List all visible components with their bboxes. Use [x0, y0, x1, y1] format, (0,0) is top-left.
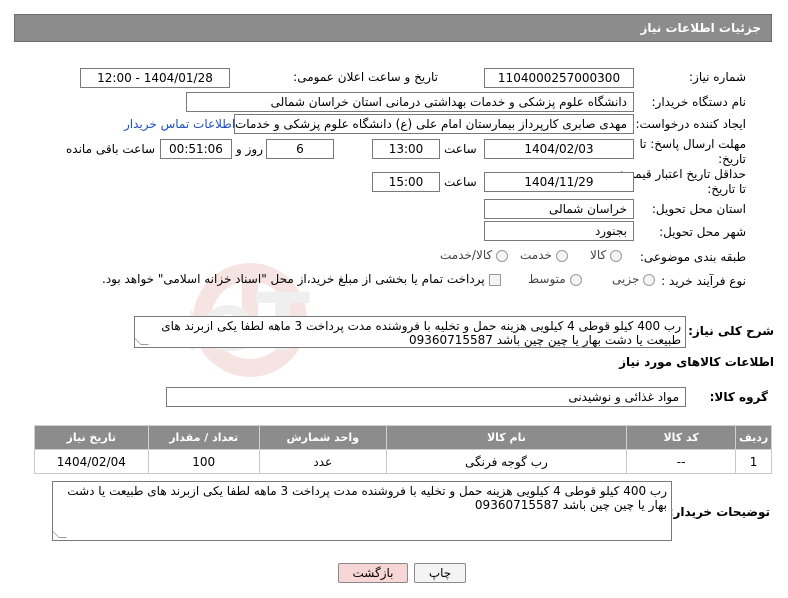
checkbox-icon[interactable] [488, 273, 501, 286]
need-number-label: شماره نیاز: [689, 70, 746, 84]
description-label: شرح کلی نیاز: [688, 324, 774, 338]
days-label: روز و [236, 142, 263, 156]
header-bar: جزئیات اطلاعات نیاز [14, 14, 772, 42]
cell-item-name: رب گوجه فرنگی [385, 449, 628, 474]
process-label: نوع فرآیند خرید : [661, 274, 746, 288]
requester-label: ایجاد کننده درخواست: [635, 117, 746, 131]
description-textarea[interactable]: رب 400 کیلو قوطی 4 کیلویی هزینه حمل و تخ… [134, 316, 686, 348]
header-need-date: تاریخ نیاز [34, 425, 149, 450]
resize-handle-icon[interactable] [135, 337, 149, 345]
treasury-payment-option[interactable]: پرداخت تمام یا بخشی از مبلغ خرید،از محل … [102, 272, 501, 286]
category-label: طبقه بندی موضوعی: [639, 250, 746, 264]
days-field[interactable]: 6 [266, 139, 334, 159]
province-label: استان محل تحویل: [651, 202, 746, 216]
process-option-minor[interactable]: جزیی [612, 272, 656, 286]
header-item-name: نام کالا [385, 425, 628, 450]
items-table: ردیف کد کالا نام کالا واحد شمارش تعداد /… [34, 425, 772, 474]
reply-time-field[interactable]: 13:00 [372, 139, 440, 159]
header-row-number: ردیف [735, 425, 772, 450]
city-label: شهر محل تحویل: [659, 225, 746, 239]
table-row: 1 -- رب گوجه فرنگی عدد 100 1404/02/04 [34, 449, 772, 474]
price-date-field[interactable]: 1404/11/29 [484, 172, 634, 192]
buyer-contact-link[interactable]: اطلاعات تماس خریدار [124, 117, 235, 131]
cell-quantity: 100 [147, 449, 260, 474]
buyer-notes-textarea[interactable]: رب 400 کیلو قوطی 4 کیلویی هزینه حمل و تخ… [52, 481, 672, 541]
header-quantity: تعداد / مقدار [147, 425, 260, 450]
table-header-row: ردیف کد کالا نام کالا واحد شمارش تعداد /… [34, 425, 772, 450]
reply-deadline-label: مهلت ارسال پاسخ: تا تاریخ: [639, 137, 746, 166]
buyer-org-field[interactable]: دانشگاه علوم پزشکی و خدمات بهداشتی درمان… [186, 92, 634, 112]
cell-unit: عدد [258, 449, 387, 474]
radio-icon[interactable] [610, 249, 623, 262]
radio-icon[interactable] [643, 273, 656, 286]
radio-icon[interactable] [569, 273, 582, 286]
process-option-medium[interactable]: متوسط [528, 272, 582, 286]
buyer-notes-text: رب 400 کیلو قوطی 4 کیلویی هزینه حمل و تخ… [67, 484, 667, 512]
category-option-service[interactable]: خدمت [520, 248, 568, 262]
header-unit: واحد شمارش [258, 425, 387, 450]
description-text: رب 400 کیلو قوطی 4 کیلویی هزینه حمل و تخ… [161, 319, 681, 347]
header-item-code: کد کالا [626, 425, 737, 450]
radio-icon[interactable] [555, 249, 568, 262]
radio-icon[interactable] [496, 249, 509, 262]
reply-time-label: ساعت [444, 142, 477, 156]
announce-field[interactable]: 1404/01/28 - 12:00 [80, 68, 230, 88]
need-number-field[interactable]: 1104000257000300 [484, 68, 634, 88]
category-option-goods[interactable]: کالا [590, 248, 623, 262]
province-field[interactable]: خراسان شمالی [484, 199, 634, 219]
back-button[interactable]: بازگشت [338, 563, 408, 583]
requester-field[interactable]: مهدی صابری کارپرداز بیمارستان امام علی (… [234, 114, 634, 134]
buyer-org-label: نام دستگاه خریدار: [651, 95, 747, 109]
resize-handle-icon[interactable] [53, 530, 67, 538]
goods-group-field[interactable]: مواد غذائی و نوشیدنی [166, 387, 686, 407]
cell-item-code: -- [626, 449, 737, 474]
goods-group-label: گروه کالا: [709, 390, 768, 404]
reply-date-field[interactable]: 1404/02/03 [484, 139, 634, 159]
goods-section-title: اطلاعات کالاهای مورد نیاز [619, 355, 774, 369]
page-title: جزئیات اطلاعات نیاز [640, 21, 761, 35]
price-time-label: ساعت [444, 175, 477, 189]
print-button[interactable]: چاپ [414, 563, 466, 583]
price-validity-label: حداقل تاریخ اعتبار قیمت: تا تاریخ: [619, 167, 746, 196]
city-field[interactable]: بجنورد [484, 221, 634, 241]
buyer-notes-label: توضیحات خریدار: [668, 505, 770, 519]
remaining-time-field[interactable]: 00:51:06 [160, 139, 232, 159]
cell-need-date: 1404/02/04 [34, 449, 149, 474]
category-option-both[interactable]: کالا/خدمت [440, 248, 509, 262]
cell-row-number: 1 [735, 449, 772, 474]
price-time-field[interactable]: 15:00 [372, 172, 440, 192]
announce-label: تاریخ و ساعت اعلان عمومی: [293, 70, 438, 84]
remaining-label: ساعت باقی مانده [66, 142, 156, 156]
